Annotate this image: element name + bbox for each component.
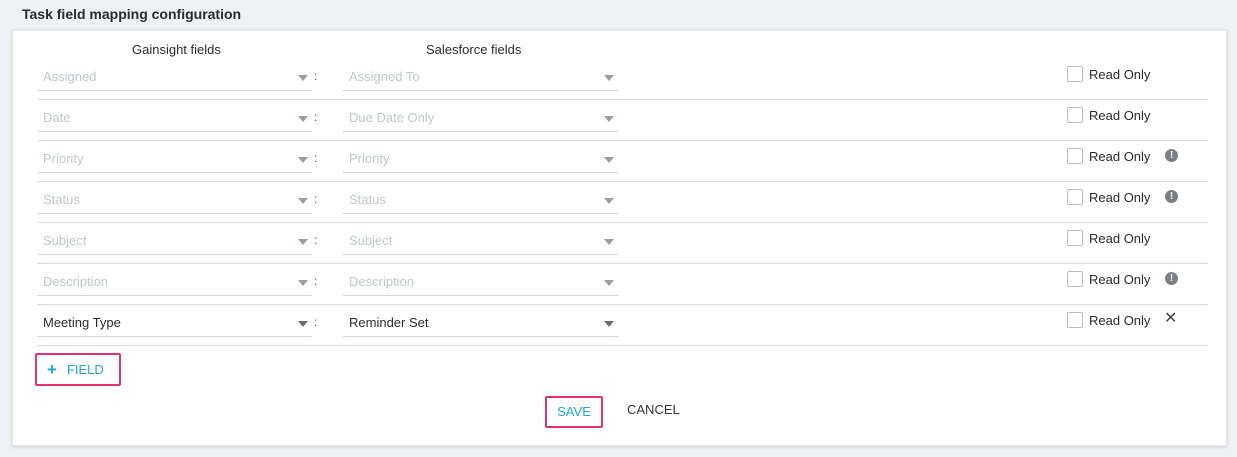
read-only-label: Read Only [1089,189,1151,205]
mapping-row: Meeting Type: Reminder Set Read Only ✕ [37,305,1208,346]
salesforce-field-value: Status [349,192,386,207]
read-only-label: Read Only [1089,230,1151,246]
read-only-checkbox[interactable] [1067,189,1083,205]
read-only-checkbox[interactable] [1067,107,1083,123]
read-only-toggle[interactable]: Read Only [1067,310,1150,330]
mapping-separator: : [314,192,318,206]
read-only-label: Read Only [1089,107,1151,123]
read-only-label: Read Only [1089,271,1151,287]
add-field-button[interactable]: + FIELD [35,353,121,386]
salesforce-field-select[interactable]: Due Date Only [343,104,618,132]
mapping-row: Assigned: Assigned To Read Only [37,59,1208,100]
read-only-checkbox[interactable] [1067,230,1083,246]
cancel-button[interactable]: CANCEL [627,402,680,417]
gainsight-field-value: Priority [43,151,84,166]
salesforce-field-select[interactable]: Reminder Set [343,309,618,337]
salesforce-field-select[interactable]: Subject [343,227,618,255]
salesforce-field-value: Reminder Set [349,315,429,330]
read-only-toggle[interactable]: Read Only [1067,146,1150,166]
caret-down-icon [298,239,308,245]
gainsight-field-select[interactable]: Subject [37,227,312,255]
plus-icon: + [47,360,57,379]
gainsight-field-select[interactable]: Status [37,186,312,214]
gainsight-field-value: Status [43,192,80,207]
exclamation-icon: ! [1165,149,1178,162]
read-only-toggle[interactable]: Read Only [1067,64,1150,84]
salesforce-field-value: Priority [349,151,390,166]
salesforce-field-value: Description [349,274,415,289]
salesforce-field-value: Assigned To [349,69,420,84]
caret-down-icon [604,321,614,327]
close-icon[interactable]: ✕ [1164,310,1177,328]
caret-down-icon [604,280,614,286]
gainsight-field-select[interactable]: Date [37,104,312,132]
mapping-row: Date: Due Date Only Read Only [37,100,1208,141]
mapping-row: Status: Status Read Only! [37,182,1208,223]
page-title: Task field mapping configuration [22,6,242,22]
salesforce-field-select[interactable]: Description [343,268,618,296]
mapping-card: Gainsight fields Salesforce fields Assig… [12,30,1227,446]
caret-down-icon [298,280,308,286]
read-only-label: Read Only [1089,66,1151,82]
mapping-separator: : [314,110,318,124]
read-only-checkbox[interactable] [1067,271,1083,287]
caret-down-icon [604,157,614,163]
salesforce-field-select[interactable]: Status [343,186,618,214]
caret-down-icon [298,198,308,204]
gainsight-fields-header: Gainsight fields [132,42,221,57]
read-only-label: Read Only [1089,312,1151,328]
read-only-checkbox[interactable] [1067,66,1083,82]
gainsight-field-value: Date [43,110,71,125]
read-only-label: Read Only [1089,148,1151,164]
salesforce-fields-header: Salesforce fields [426,42,522,57]
gainsight-field-value: Assigned [43,69,97,84]
read-only-toggle[interactable]: Read Only [1067,105,1150,125]
salesforce-field-select[interactable]: Assigned To [343,63,618,91]
caret-down-icon [604,116,614,122]
exclamation-icon: ! [1165,272,1178,285]
mapping-row: Priority: Priority Read Only! [37,141,1208,182]
caret-down-icon [298,321,308,327]
caret-down-icon [298,75,308,81]
gainsight-field-select[interactable]: Priority [37,145,312,173]
mapping-separator: : [314,233,318,247]
caret-down-icon [298,116,308,122]
read-only-toggle[interactable]: Read Only [1067,228,1150,248]
caret-down-icon [298,157,308,163]
caret-down-icon [604,198,614,204]
gainsight-field-select[interactable]: Assigned [37,63,312,91]
gainsight-field-select[interactable]: Meeting Type [37,309,312,337]
mapping-separator: : [314,315,318,329]
mapping-separator: : [314,274,318,288]
salesforce-field-value: Due Date Only [349,110,435,125]
exclamation-icon: ! [1165,190,1178,203]
gainsight-field-value: Subject [43,233,87,248]
caret-down-icon [604,239,614,245]
caret-down-icon [604,75,614,81]
gainsight-field-value: Meeting Type [43,315,121,330]
mapping-separator: : [314,69,318,83]
save-button[interactable]: SAVE [545,396,603,428]
add-field-label: FIELD [66,362,104,377]
salesforce-field-value: Subject [349,233,393,248]
mapping-separator: : [314,151,318,165]
read-only-checkbox[interactable] [1067,148,1083,164]
mapping-row: Description: Description Read Only! [37,264,1208,305]
gainsight-field-value: Description [43,274,109,289]
salesforce-field-select[interactable]: Priority [343,145,618,173]
read-only-checkbox[interactable] [1067,312,1083,328]
read-only-toggle[interactable]: Read Only [1067,269,1150,289]
mapping-row: Subject: Subject Read Only [37,223,1208,264]
read-only-toggle[interactable]: Read Only [1067,187,1150,207]
gainsight-field-select[interactable]: Description [37,268,312,296]
